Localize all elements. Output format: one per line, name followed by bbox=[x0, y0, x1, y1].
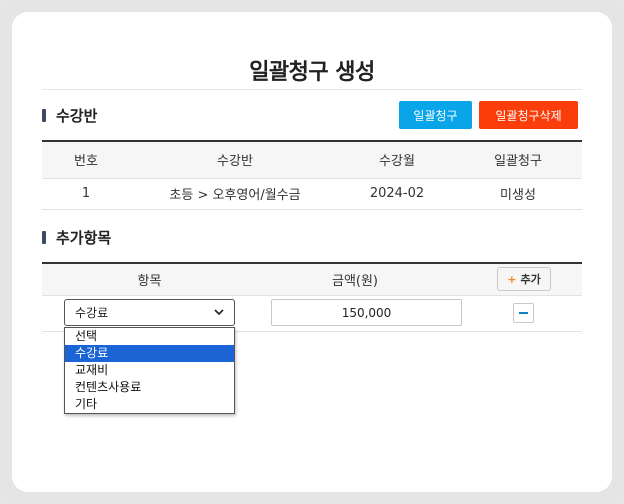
dropdown-option[interactable]: 교재비 bbox=[65, 362, 234, 379]
section-title-class-label: 수강반 bbox=[56, 107, 98, 125]
add-item-button[interactable]: + 추가 bbox=[497, 267, 551, 291]
page-title: 일괄청구 생성 bbox=[249, 60, 375, 85]
section-title-class: 수강반 bbox=[42, 105, 97, 126]
item-select-value: 수강료 bbox=[75, 306, 109, 320]
col-header-no: 번호 bbox=[42, 140, 130, 179]
col-header-class: 수강반 bbox=[130, 140, 340, 179]
col-header-item: 항목 bbox=[42, 262, 257, 296]
section-bar-icon bbox=[42, 231, 46, 244]
section-title-extra-items: 추가항목 bbox=[42, 227, 111, 248]
section-bar-icon bbox=[42, 109, 46, 122]
item-select[interactable]: 수강료 bbox=[64, 299, 235, 326]
col-header-month: 수강월 bbox=[340, 140, 454, 179]
col-header-bulk-claim: 일괄청구 bbox=[454, 140, 582, 179]
col-header-amount: 금액(원) bbox=[257, 262, 453, 296]
class-table: 번호 수강반 수강월 일괄청구 1 초등 > 오후영어/월수금 2024-02 … bbox=[42, 140, 582, 210]
minus-icon bbox=[519, 312, 528, 314]
row-no: 1 bbox=[42, 178, 130, 210]
plus-icon: + bbox=[507, 272, 517, 286]
row-status: 미생성 bbox=[454, 178, 582, 210]
dropdown-option-selected[interactable]: 수강료 bbox=[65, 345, 234, 362]
dropdown-option[interactable]: 컨텐츠사용료 bbox=[65, 379, 234, 396]
add-item-label: 추가 bbox=[520, 273, 541, 286]
main-card: 일괄청구 생성 수강반 일괄청구 일괄청구삭제 번호 수강반 수강월 일괄청구 bbox=[12, 12, 612, 492]
chevron-down-icon bbox=[214, 309, 224, 316]
dropdown-option[interactable]: 선택 bbox=[65, 328, 234, 345]
table-row: 1 초등 > 오후영어/월수금 2024-02 미생성 bbox=[42, 178, 582, 210]
row-class: 초등 > 오후영어/월수금 bbox=[130, 178, 340, 210]
window-frame: 일괄청구 생성 수강반 일괄청구 일괄청구삭제 번호 수강반 수강월 일괄청구 bbox=[0, 0, 624, 504]
row-month: 2024-02 bbox=[340, 178, 454, 210]
dropdown-option[interactable]: 기타 bbox=[65, 396, 234, 413]
remove-item-button[interactable] bbox=[513, 303, 534, 323]
item-dropdown-list: 선택 수강료 교재비 컨텐츠사용료 기타 bbox=[64, 327, 235, 414]
class-table-header: 번호 수강반 수강월 일괄청구 bbox=[42, 140, 582, 179]
bulk-claim-delete-button[interactable]: 일괄청구삭제 bbox=[479, 101, 578, 129]
amount-input[interactable]: 150,000 bbox=[271, 299, 462, 326]
bulk-claim-button[interactable]: 일괄청구 bbox=[399, 101, 472, 129]
section-title-extra-items-label: 추가항목 bbox=[56, 229, 112, 247]
divider bbox=[42, 89, 582, 90]
amount-input-value: 150,000 bbox=[341, 305, 392, 320]
